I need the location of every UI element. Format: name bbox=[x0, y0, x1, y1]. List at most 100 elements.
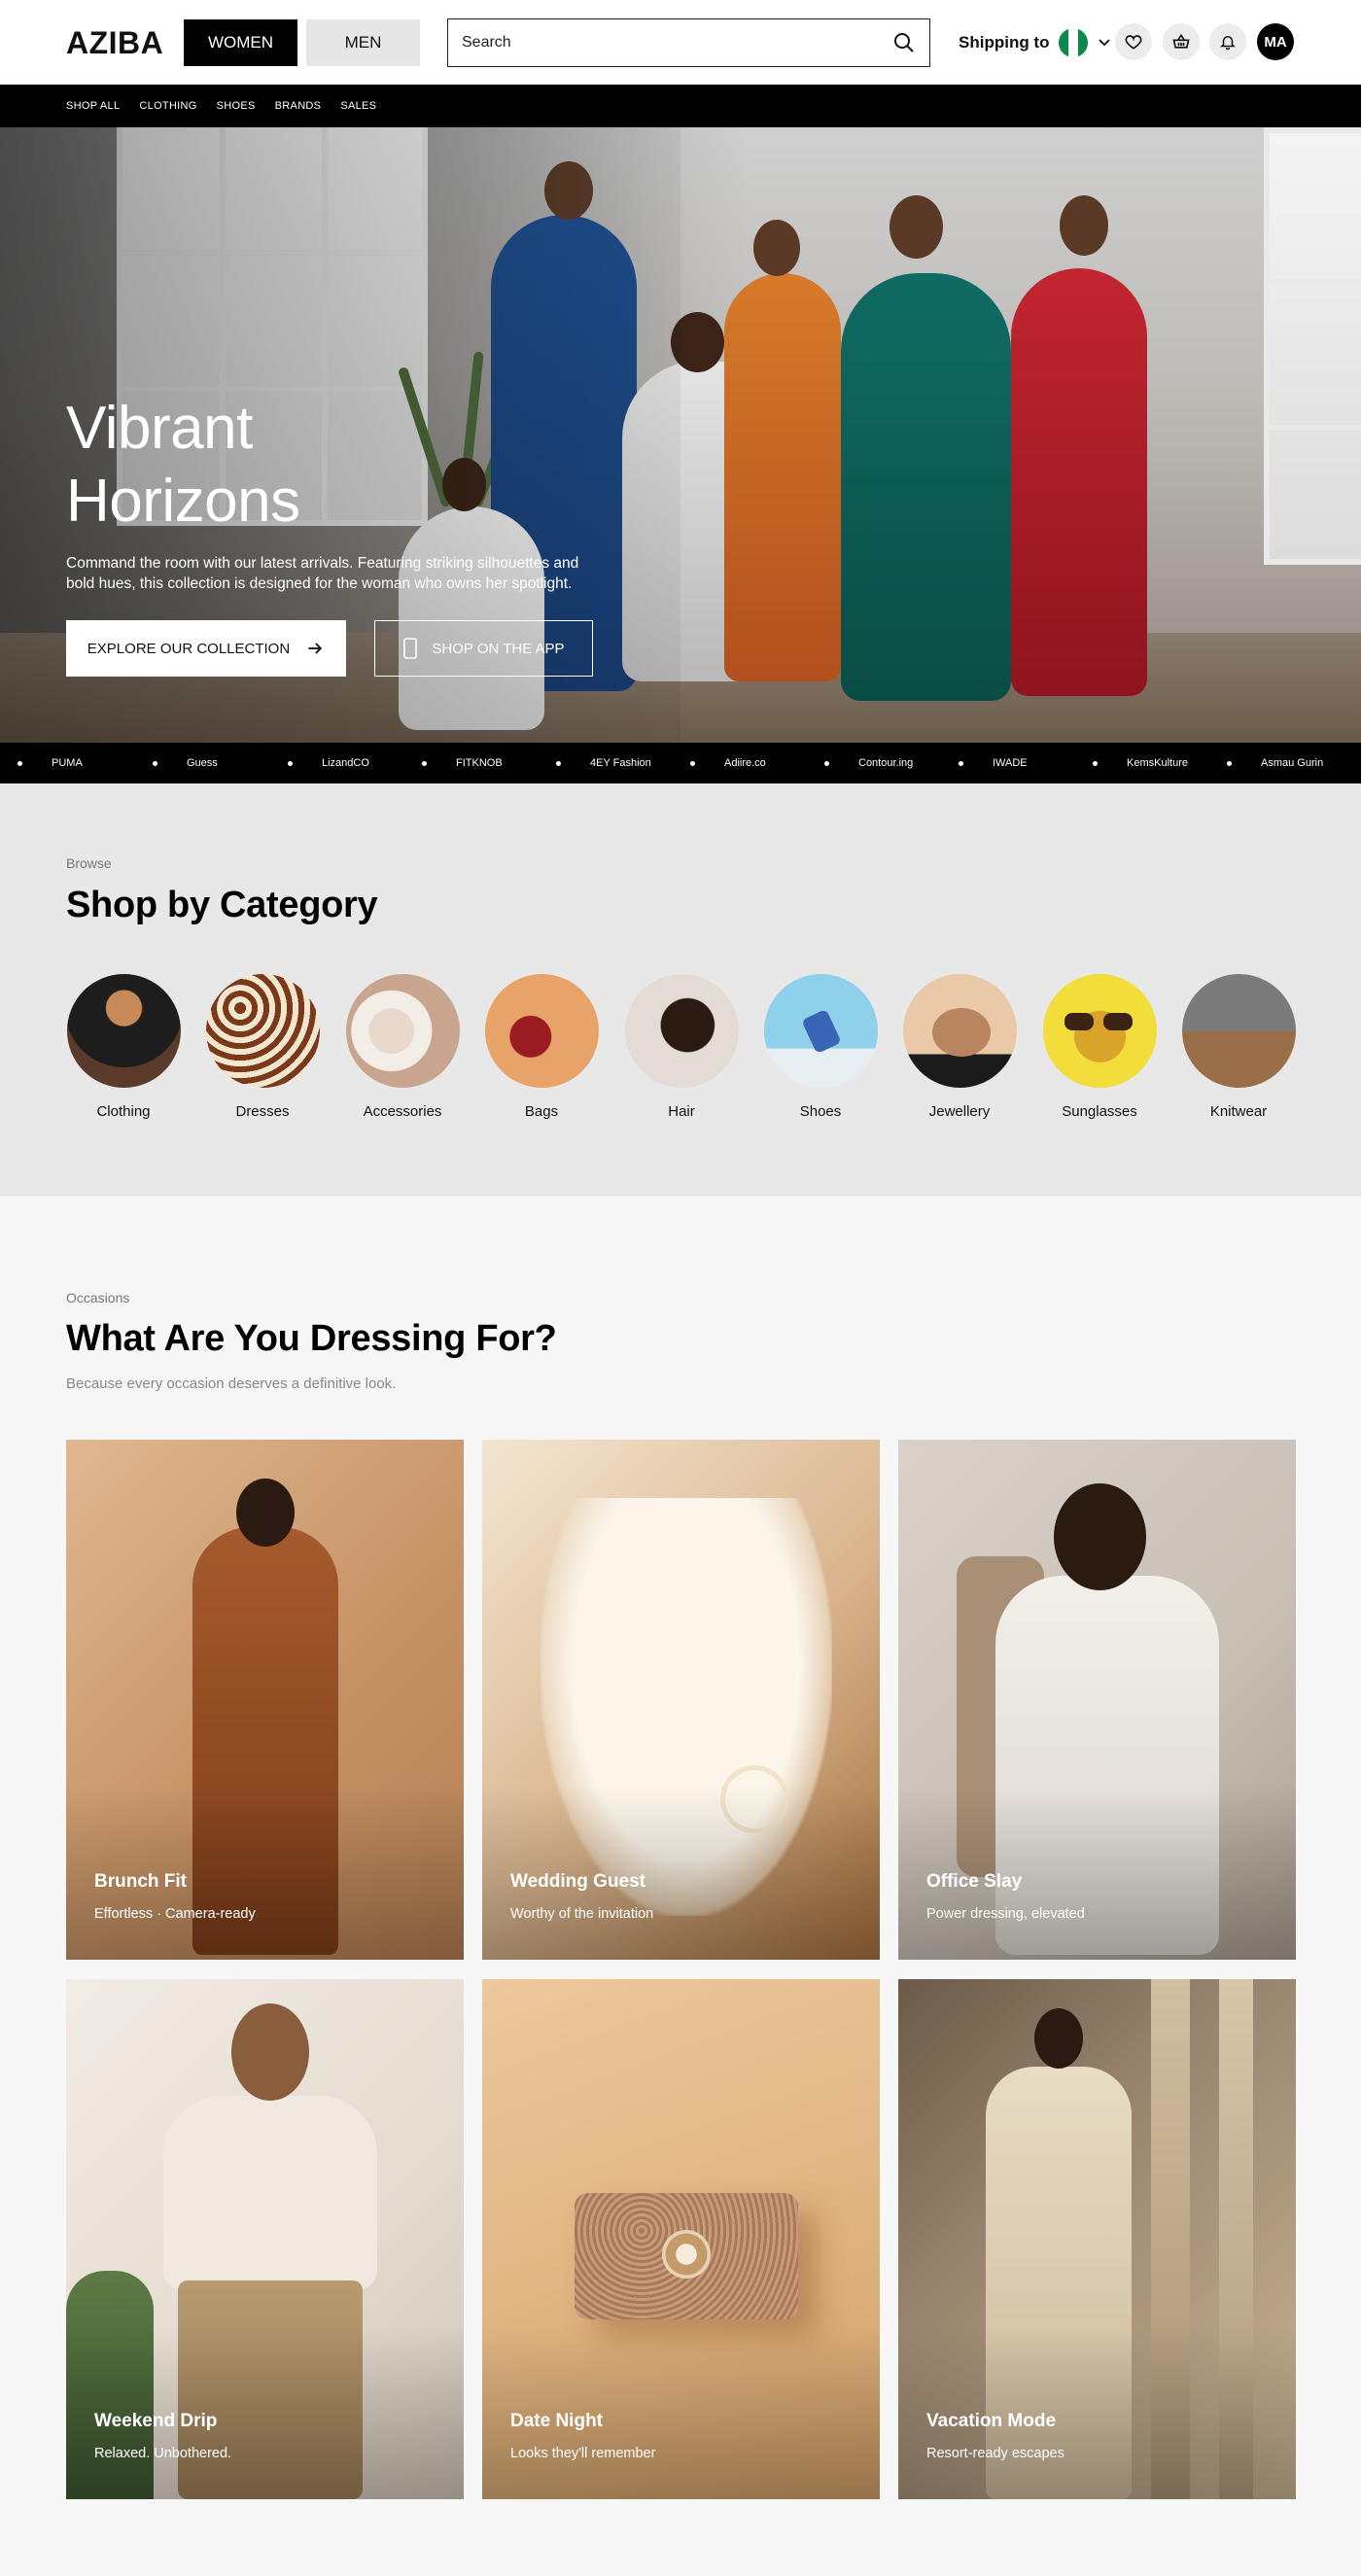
brand-item[interactable]: LizandCO bbox=[288, 743, 369, 783]
occasion-card-brunch-fit[interactable]: Brunch Fit Effortless · Camera-ready bbox=[66, 1440, 464, 1960]
category-label: Accessories bbox=[363, 1103, 442, 1120]
logo[interactable]: AZIBA bbox=[66, 25, 163, 61]
category-image bbox=[66, 974, 181, 1088]
category-image bbox=[902, 974, 1017, 1088]
shipping-selector[interactable]: Shipping to bbox=[959, 23, 1111, 62]
tab-women[interactable]: WOMEN bbox=[184, 19, 297, 66]
nav-shoes[interactable]: SHOES bbox=[217, 100, 256, 112]
occasion-title: Wedding Guest bbox=[510, 1871, 646, 1892]
basket-button[interactable] bbox=[1163, 23, 1200, 60]
lens-left bbox=[1064, 1013, 1094, 1030]
brand-name: Contour.ing bbox=[858, 757, 914, 769]
category-eyebrow: Browse bbox=[66, 855, 112, 871]
category-shoes[interactable]: Shoes bbox=[762, 974, 879, 1120]
category-label: Clothing bbox=[96, 1103, 151, 1120]
occasion-subtitle: Power dressing, elevated bbox=[926, 1906, 1085, 1922]
category-image bbox=[763, 974, 878, 1088]
brand-name: Adiire.co bbox=[724, 757, 766, 769]
wishlist-button[interactable] bbox=[1115, 23, 1152, 60]
occasion-card-vacation-mode[interactable]: Vacation Mode Resort-ready escapes bbox=[898, 1979, 1296, 2499]
model-head bbox=[236, 1479, 295, 1547]
heart-icon bbox=[1125, 35, 1142, 50]
brand-item[interactable]: Guess bbox=[153, 743, 218, 783]
category-hair[interactable]: Hair bbox=[623, 974, 740, 1120]
category-bags[interactable]: Bags bbox=[483, 974, 600, 1120]
category-accessories[interactable]: Accessories bbox=[344, 974, 461, 1120]
hero-model-head bbox=[753, 220, 800, 276]
category-nav: SHOP ALL CLOTHING SHOES BRANDS SALES bbox=[0, 85, 1361, 127]
search-icon[interactable] bbox=[892, 31, 916, 54]
occasion-card-weekend-drip[interactable]: Weekend Drip Relaxed. Unbothered. bbox=[66, 1979, 464, 2499]
brand-item[interactable]: Contour.ing bbox=[824, 743, 913, 783]
model-head bbox=[1054, 1483, 1146, 1590]
occasion-title: Weekend Drip bbox=[94, 2411, 218, 2431]
brand-name: FITKNOB bbox=[456, 757, 503, 769]
brand-item[interactable]: Adiire.co bbox=[690, 743, 766, 783]
arrow-right-icon bbox=[308, 643, 323, 654]
category-clothing[interactable]: Clothing bbox=[65, 974, 182, 1120]
category-jewellery[interactable]: Jewellery bbox=[901, 974, 1018, 1120]
occasion-subtitle: Worthy of the invitation bbox=[510, 1906, 654, 1922]
bell-icon bbox=[1220, 36, 1236, 51]
brand-item[interactable]: FITKNOB bbox=[422, 743, 503, 783]
brand-item[interactable]: Asmau Gurin bbox=[1227, 743, 1323, 783]
occasions-section: Occasions What Are You Dressing For? Bec… bbox=[0, 1197, 1361, 2576]
occasion-card-date-night[interactable]: Date Night Looks they'll remember bbox=[482, 1979, 880, 2499]
category-image bbox=[1181, 974, 1296, 1088]
nav-clothing[interactable]: CLOTHING bbox=[139, 100, 196, 112]
occasion-card-office-slay[interactable]: Office Slay Power dressing, elevated bbox=[898, 1440, 1296, 1960]
lens-right bbox=[1102, 1013, 1133, 1030]
shop-on-app-button[interactable]: SHOP ON THE APP bbox=[374, 620, 593, 677]
category-knitwear[interactable]: Knitwear bbox=[1180, 974, 1297, 1120]
model-head bbox=[231, 2003, 309, 2101]
occasion-card-wedding-guest[interactable]: Wedding Guest Worthy of the invitation bbox=[482, 1440, 880, 1960]
brand-name: KemsKulture bbox=[1127, 757, 1188, 769]
category-image bbox=[205, 974, 320, 1088]
category-label: Jewellery bbox=[928, 1103, 991, 1120]
brand-item[interactable]: KemsKulture bbox=[1093, 743, 1188, 783]
category-section: Browse Shop by Category Clothing Dresses… bbox=[0, 783, 1361, 1197]
occasion-title: Office Slay bbox=[926, 1871, 1023, 1892]
category-dresses[interactable]: Dresses bbox=[204, 974, 321, 1120]
notifications-button[interactable] bbox=[1209, 23, 1246, 60]
bullet-icon bbox=[690, 760, 695, 766]
brand-name: Guess bbox=[187, 757, 218, 769]
nav-brands[interactable]: BRANDS bbox=[275, 100, 322, 112]
model-head bbox=[1034, 2008, 1083, 2069]
explore-collection-button[interactable]: EXPLORE OUR COLLECTION bbox=[66, 620, 346, 677]
nav-sales[interactable]: SALES bbox=[340, 100, 376, 112]
clutch-brooch bbox=[662, 2230, 711, 2279]
bullet-icon bbox=[1227, 760, 1232, 766]
hero-model-teal-gown bbox=[841, 273, 1011, 701]
category-title: Shop by Category bbox=[66, 885, 378, 925]
nav-shop-all[interactable]: SHOP ALL bbox=[66, 100, 120, 112]
brand-item[interactable]: IWADE bbox=[959, 743, 1028, 783]
occasions-title: What Are You Dressing For? bbox=[66, 1318, 557, 1359]
shipping-label: Shipping to bbox=[959, 33, 1050, 52]
tab-men[interactable]: MEN bbox=[306, 19, 420, 66]
bullet-icon bbox=[824, 760, 829, 766]
bullet-icon bbox=[288, 760, 293, 766]
category-label: Bags bbox=[524, 1103, 559, 1120]
neck-shape bbox=[931, 1008, 991, 1057]
site-header: AZIBA WOMEN MEN Shipping to MA bbox=[0, 0, 1361, 85]
brand-item[interactable]: PUMA bbox=[17, 743, 83, 783]
hero-title: Vibrant Horizons bbox=[66, 392, 300, 538]
explore-collection-label: EXPLORE OUR COLLECTION bbox=[87, 640, 291, 657]
search-bar bbox=[447, 18, 930, 67]
occasion-subtitle: Resort-ready escapes bbox=[926, 2446, 1064, 2461]
category-image bbox=[345, 974, 460, 1088]
brand-item[interactable]: 4EY Fashion bbox=[556, 743, 651, 783]
occasion-subtitle: Effortless · Camera-ready bbox=[94, 1906, 256, 1922]
brand-ticker: PUMA Guess LizandCO FITKNOB 4EY Fashion … bbox=[0, 743, 1361, 783]
brand-name: IWADE bbox=[993, 757, 1028, 769]
occasions-eyebrow: Occasions bbox=[66, 1290, 130, 1305]
brand-name: Asmau Gurin bbox=[1261, 757, 1324, 769]
avatar[interactable]: MA bbox=[1257, 23, 1294, 60]
basket-icon bbox=[1172, 33, 1190, 49]
occasion-title: Vacation Mode bbox=[926, 2411, 1057, 2431]
search-input[interactable] bbox=[462, 34, 892, 52]
category-sunglasses[interactable]: Sunglasses bbox=[1041, 974, 1158, 1120]
bullet-icon bbox=[1093, 760, 1098, 766]
bullet-icon bbox=[422, 760, 427, 766]
